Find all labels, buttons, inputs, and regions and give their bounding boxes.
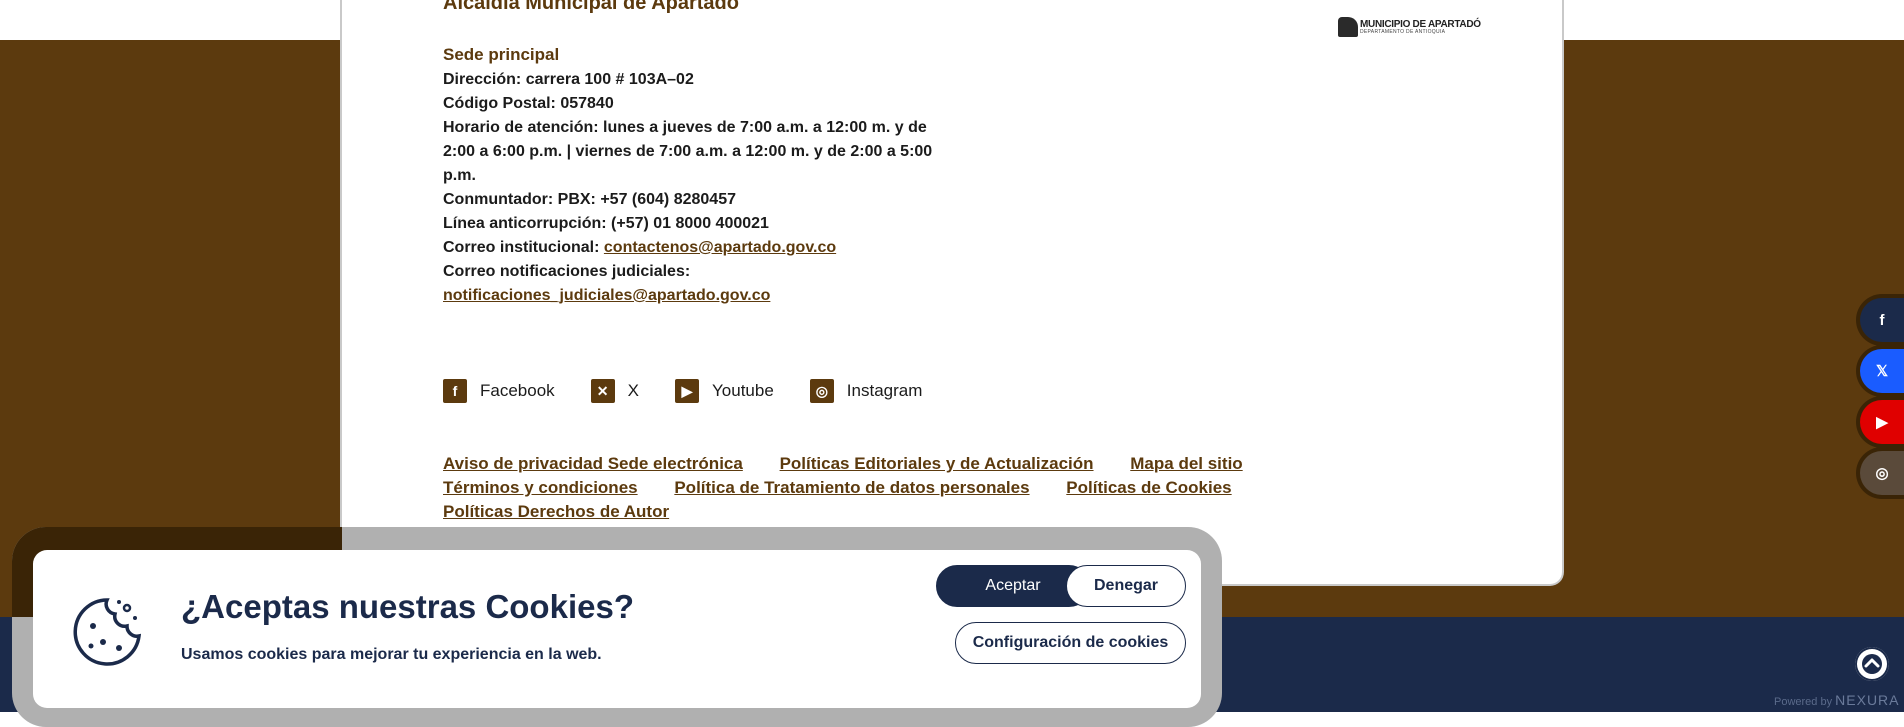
- link-politicas-cookies[interactable]: Políticas de Cookies: [1066, 478, 1231, 497]
- social-youtube[interactable]: ▶ Youtube: [675, 379, 774, 403]
- chevron-up-icon: [1862, 654, 1882, 674]
- floating-share-bar: f 𝕏 ▶ ◎: [1860, 298, 1904, 502]
- powered-label: Powered by: [1774, 696, 1833, 708]
- link-aviso-privacidad[interactable]: Aviso de privacidad Sede electrónica: [443, 454, 743, 473]
- logo-line2: DEPARTAMENTO DE ANTIOQUIA: [1360, 28, 1446, 35]
- youtube-icon: ▶: [1876, 414, 1888, 431]
- cookie-message: Usamos cookies para mejorar tu experienc…: [181, 646, 602, 663]
- codigo-postal: Código Postal: 057840: [443, 95, 614, 112]
- powered-brand[interactable]: NEXURA: [1835, 692, 1899, 708]
- float-facebook-button[interactable]: f: [1860, 298, 1904, 342]
- footer-policy-links: Aviso de privacidad Sede electrónica Pol…: [443, 452, 1343, 524]
- youtube-icon: ▶: [675, 379, 700, 403]
- cookie-icon: [73, 598, 142, 666]
- cookie-settings-button[interactable]: Configuración de cookies: [955, 622, 1186, 664]
- link-tratamiento-datos[interactable]: Política de Tratamiento de datos persona…: [674, 478, 1029, 497]
- conmutador: Conmuntador: PBX: +57 (604) 8280457: [443, 191, 736, 208]
- notif-row: notificaciones_judiciales@apartado.gov.c…: [443, 284, 963, 308]
- correo-link[interactable]: contactenos@apartado.gov.co: [604, 239, 836, 256]
- x-icon: 𝕏: [1875, 363, 1889, 380]
- correo-label: Correo institucional:: [443, 239, 604, 256]
- facebook-icon: f: [1879, 311, 1885, 329]
- facebook-icon: f: [443, 379, 467, 403]
- cookie-title: ¿Aceptas nuestras Cookies?: [181, 588, 634, 625]
- float-x-button[interactable]: 𝕏: [1860, 349, 1904, 393]
- cookie-banner: ¿Aceptas nuestras Cookies? Usamos cookie…: [33, 550, 1201, 708]
- social-instagram[interactable]: ◎ Instagram: [809, 379, 923, 403]
- direccion: Dirección: carrera 100 # 103A–02: [443, 71, 694, 88]
- notif-link[interactable]: notificaciones_judiciales@apartado.gov.c…: [443, 287, 770, 304]
- instagram-icon: ◎: [809, 379, 834, 403]
- link-derechos-autor[interactable]: Políticas Derechos de Autor: [443, 502, 669, 521]
- link-terminos[interactable]: Términos y condiciones: [443, 478, 638, 497]
- instagram-icon: ◎: [1875, 465, 1889, 482]
- linea-anticorrupcion: Línea anticorrupción: (+57) 01 8000 4000…: [443, 215, 769, 232]
- org-title: Alcaldía Municipal de Apartadó: [443, 0, 739, 14]
- link-mapa-sitio[interactable]: Mapa del sitio: [1130, 454, 1242, 473]
- x-icon: ✕: [590, 379, 615, 403]
- scroll-to-top-button[interactable]: [1855, 647, 1889, 681]
- horario: Horario de atención: lunes a jueves de 7…: [443, 119, 933, 184]
- social-instagram-label: Instagram: [846, 381, 923, 400]
- contact-info: Dirección: carrera 100 # 103A–02 Código …: [443, 68, 963, 308]
- social-youtube-label: Youtube: [712, 381, 774, 400]
- municipio-logo: MUNICIPIO DE APARTADÓ DEPARTAMENTO DE AN…: [1338, 17, 1481, 37]
- logo-emblem-icon: [1338, 17, 1358, 37]
- social-x[interactable]: ✕ X: [590, 379, 640, 403]
- deny-cookies-button[interactable]: Denegar: [1066, 565, 1186, 607]
- logo-line1: MUNICIPIO DE APARTADÓ: [1360, 18, 1481, 30]
- correo-institucional: Correo institucional: contactenos@aparta…: [443, 236, 963, 260]
- powered-by: Powered by NEXURA: [1774, 692, 1900, 708]
- social-facebook[interactable]: f Facebook: [443, 379, 555, 403]
- float-youtube-button[interactable]: ▶: [1860, 400, 1904, 444]
- float-instagram-button[interactable]: ◎: [1860, 451, 1904, 495]
- link-politicas-editoriales[interactable]: Políticas Editoriales y de Actualización: [780, 454, 1094, 473]
- social-x-label: X: [627, 381, 640, 400]
- social-links: f Facebook ✕ X ▶ Youtube ◎ Instagram: [443, 379, 958, 403]
- notif-label: Correo notificaciones judiciales:: [443, 263, 691, 280]
- contact-card: Alcaldía Municipal de Apartadó MUNICIPIO…: [340, 0, 1564, 586]
- social-facebook-label: Facebook: [480, 381, 555, 400]
- sede-heading: Sede principal: [443, 45, 560, 64]
